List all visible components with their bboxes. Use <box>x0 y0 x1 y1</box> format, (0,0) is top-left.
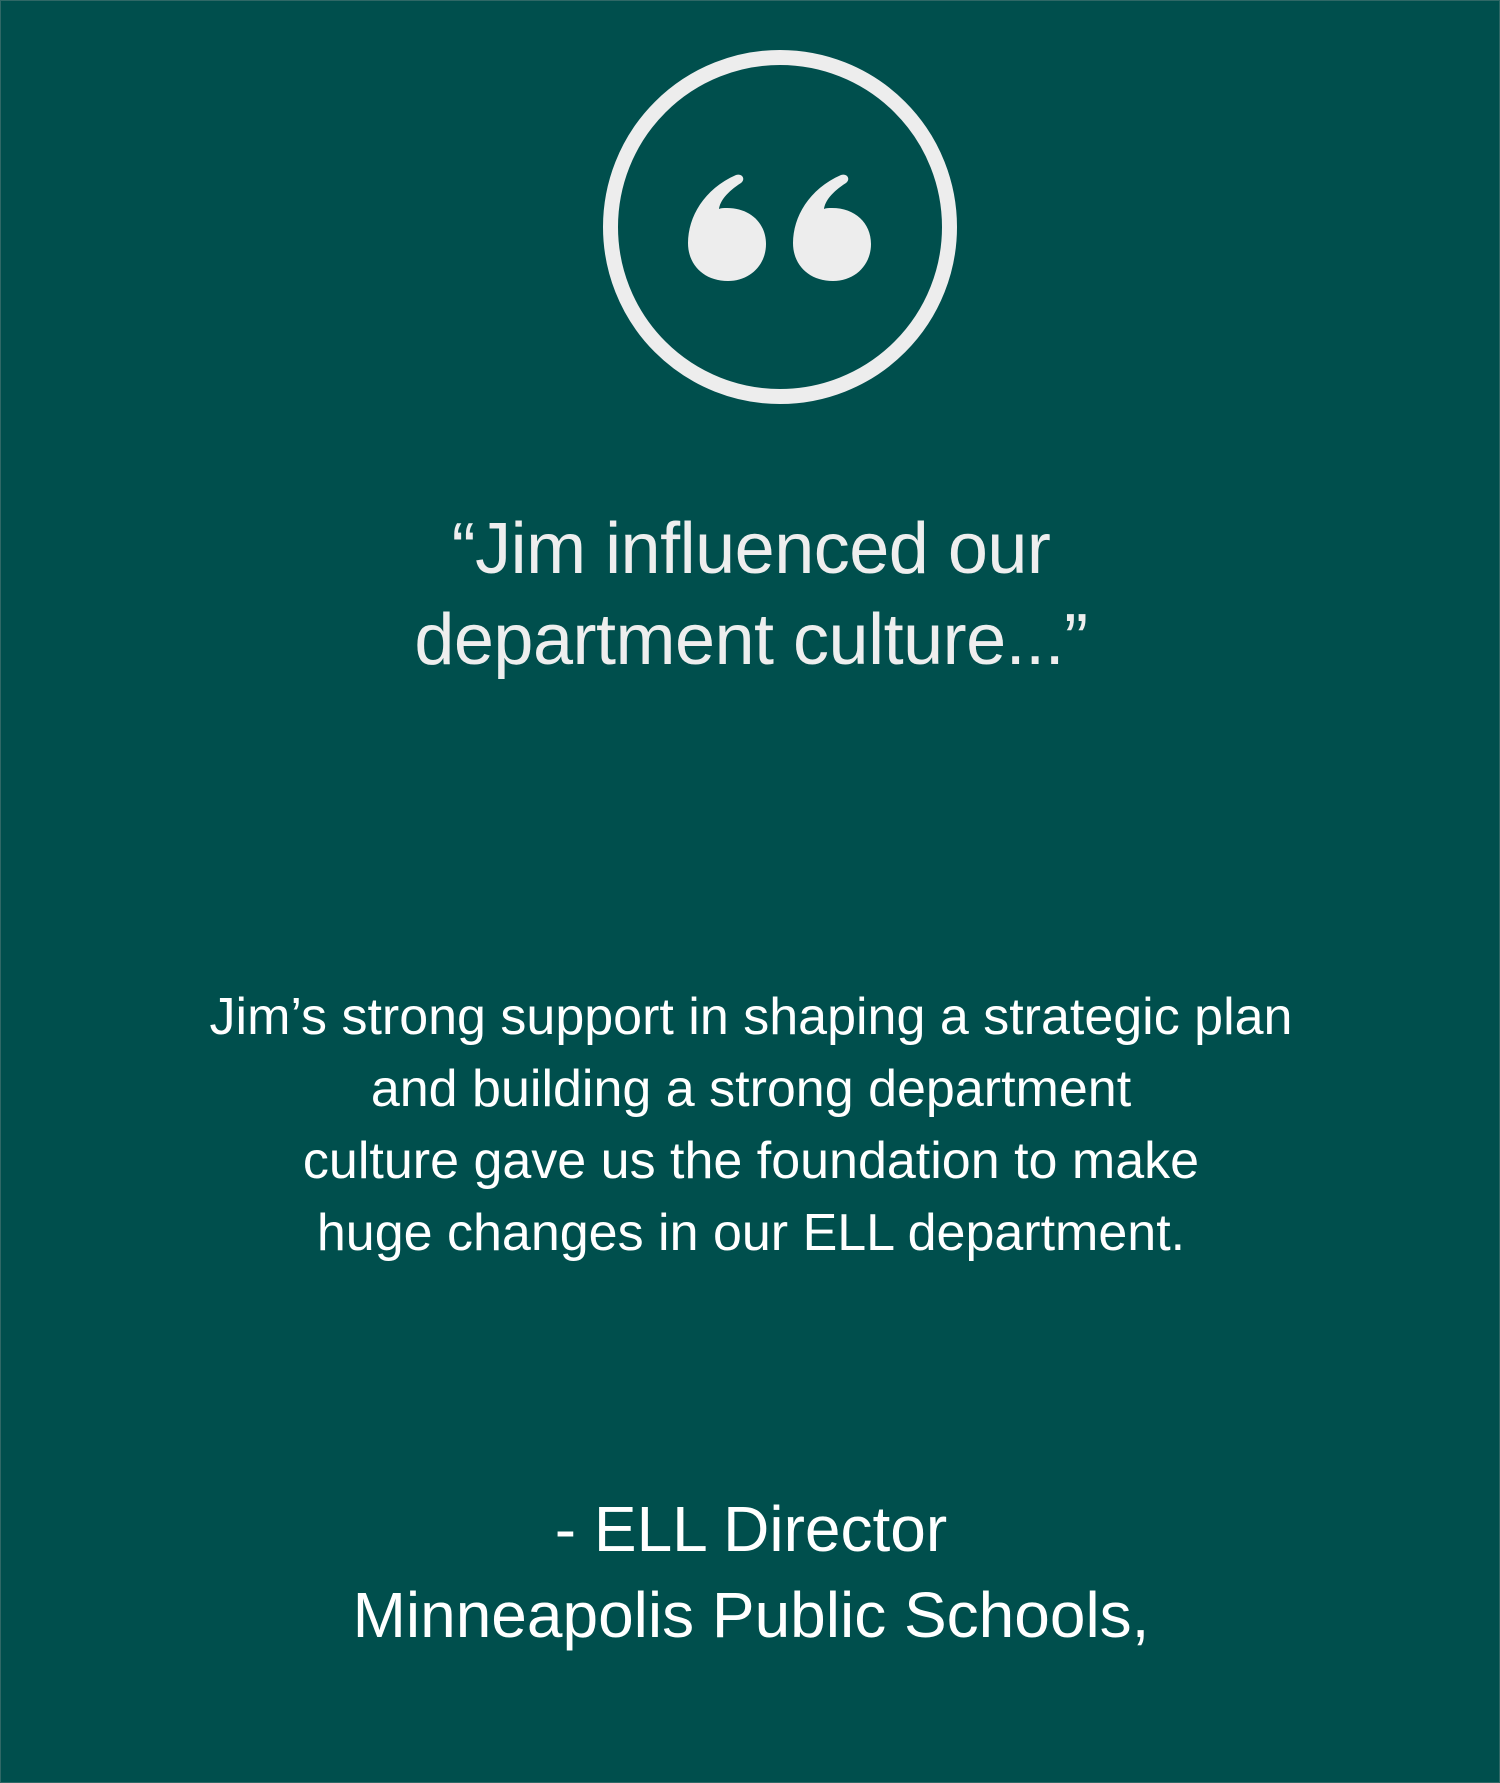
attribution-organization: Minneapolis Public Schools, <box>352 1579 1150 1651</box>
testimonial-body: Jim’s strong support in shaping a strate… <box>1 981 1500 1269</box>
quote-headline-line-1: “Jim influenced our <box>451 509 1051 589</box>
testimonial-attribution: - ELL Director Minneapolis Public School… <box>1 1486 1500 1658</box>
testimonial-card: “Jim influenced our department culture..… <box>0 0 1500 1783</box>
testimonial-body-line: huge changes in our ELL department. <box>316 1204 1186 1262</box>
quote-headline: “Jim influenced our department culture..… <box>1 504 1500 686</box>
testimonial-body-line: Jim’s strong support in shaping a strate… <box>209 988 1293 1046</box>
quote-headline-line-2: department culture...” <box>414 600 1088 680</box>
testimonial-body-line: and building a strong department <box>370 1060 1132 1118</box>
testimonial-body-line: culture gave us the foundation to make <box>302 1132 1200 1190</box>
attribution-role: - ELL Director <box>554 1493 948 1565</box>
quote-icon <box>688 174 871 281</box>
quote-badge <box>603 50 957 404</box>
